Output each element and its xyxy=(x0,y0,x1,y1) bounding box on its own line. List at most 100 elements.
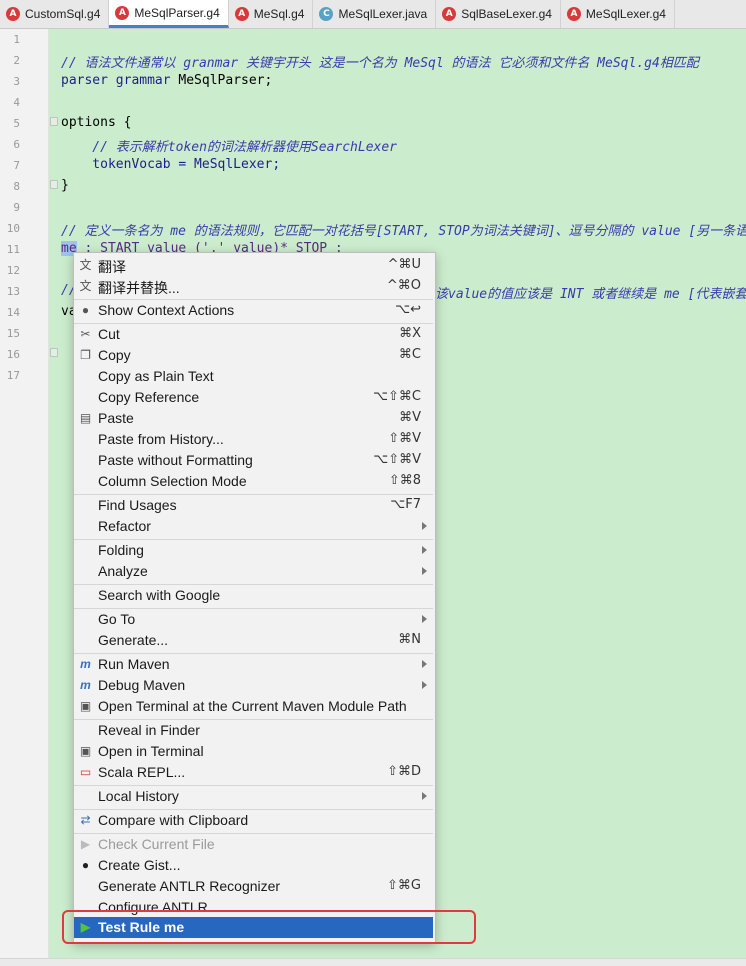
tab-label: MeSqlLexer.g4 xyxy=(585,7,666,21)
line-number-gutter[interactable]: 1 2 3 4 5 6 7 8 9 10 11 12 13 14 15 16 1… xyxy=(0,29,49,965)
editor-tab-bar: A CustomSql.g4 A MeSqlParser.g4 A MeSql.g4 … xyxy=(0,0,746,29)
menu-item-paste-history[interactable]: Paste from History... ⇧⌘V xyxy=(74,429,433,450)
line-number: 4 xyxy=(13,96,20,109)
menu-item-generate[interactable]: Generate... ⌘N xyxy=(74,630,433,651)
menu-item-go-to[interactable]: Go To xyxy=(74,609,433,630)
tab-customsql[interactable]: A CustomSql.g4 xyxy=(0,0,110,28)
line-number: 12 xyxy=(6,264,20,277)
menu-item-paste[interactable]: ▤ Paste ⌘V xyxy=(74,408,433,429)
antlr-icon: A xyxy=(6,7,20,21)
menu-item-copy-reference[interactable]: Copy Reference ⌥⇧⌘C xyxy=(74,387,433,408)
menu-item-compare-clipboard[interactable]: ⇄ Compare with Clipboard xyxy=(74,810,433,831)
translate-icon: 文 xyxy=(79,258,92,272)
submenu-arrow-icon xyxy=(422,567,427,575)
play-icon: ▶ xyxy=(80,837,91,851)
tab-mesql[interactable]: A MeSql.g4 xyxy=(229,0,314,28)
menu-item-scala-repl[interactable]: ▭ Scala REPL... ⇧⌘D xyxy=(74,762,433,783)
antlr-icon: A xyxy=(115,5,130,20)
tab-label: MeSql.g4 xyxy=(253,7,305,21)
fold-marker-icon[interactable] xyxy=(50,117,58,126)
scissors-icon: ✂ xyxy=(80,327,91,341)
menu-item-test-rule[interactable]: ▶ Test Rule me xyxy=(74,917,433,938)
submenu-arrow-icon xyxy=(422,615,427,623)
menu-item-analyze[interactable]: Analyze xyxy=(74,561,433,582)
code-line-13-end: 该value的值应该是 INT 或者继续是 me [代表嵌套] xyxy=(435,287,746,302)
tab-mesqlparser[interactable]: A MeSqlParser.g4 xyxy=(109,0,229,28)
line-number: 10 xyxy=(6,222,20,235)
code-line-5: options { xyxy=(61,115,132,130)
menu-item-run-maven[interactable]: m Run Maven xyxy=(74,654,433,675)
editor-context-menu: 文翻译 ^⌘U 文翻译并替换... ^⌘O ● Show Context Action… xyxy=(73,252,436,943)
line-number: 8 xyxy=(13,180,20,193)
paste-icon: ▤ xyxy=(79,411,92,425)
submenu-arrow-icon xyxy=(422,681,427,689)
menu-item-generate-antlr[interactable]: Generate ANTLR Recognizer ⇧⌘G xyxy=(74,876,433,897)
line-number: 7 xyxy=(13,159,20,172)
fold-marker-icon[interactable] xyxy=(50,180,58,189)
menu-item-copy[interactable]: ❐ Copy ⌘C xyxy=(74,345,433,366)
tab-label: MeSqlParser.g4 xyxy=(134,5,220,20)
tab-sqlbaselexer[interactable]: A SqlBaseLexer.g4 xyxy=(436,0,561,28)
line-number: 17 xyxy=(6,369,20,382)
line-number: 3 xyxy=(13,75,20,88)
grammar-name: MeSqlParser; xyxy=(170,73,273,88)
translate-replace-icon: 文 xyxy=(79,279,92,293)
menu-item-paste-no-format[interactable]: Paste without Formatting ⌥⇧⌘V xyxy=(74,450,433,471)
code-line-10: // 定义一条名为 me 的语法规则，它匹配一对花括号[START, STOP为… xyxy=(61,224,746,239)
keyword: parser grammar xyxy=(61,73,171,88)
run-triangle-icon: ▶ xyxy=(80,920,91,934)
menu-item-debug-maven[interactable]: m Debug Maven xyxy=(74,675,433,696)
maven-run-icon: m xyxy=(80,657,91,671)
menu-item-refactor[interactable]: Refactor xyxy=(74,516,433,537)
menu-item-column-selection[interactable]: Column Selection Mode ⇧⌘8 xyxy=(74,471,433,492)
maven-debug-icon: m xyxy=(80,678,91,692)
line-number: 2 xyxy=(13,54,20,67)
menu-item-search-google[interactable]: Search with Google xyxy=(74,585,433,606)
java-class-icon: C xyxy=(319,7,334,21)
github-icon: ● xyxy=(81,858,90,872)
line-number: 13 xyxy=(6,285,20,298)
fold-marker-icon[interactable] xyxy=(50,348,58,357)
terminal-maven-icon: ▣ xyxy=(79,699,92,713)
code-line-2: // 语法文件通常以 granmar 关键宇开头 这是一个名为 MeSql 的语… xyxy=(61,56,699,71)
menu-item-folding[interactable]: Folding xyxy=(74,540,433,561)
code-line-7: tokenVocab = MeSqlLexer; xyxy=(61,157,281,172)
line-number: 1 xyxy=(13,33,20,46)
menu-item-cut[interactable]: ✂ Cut ⌘X xyxy=(74,324,433,345)
antlr-icon: A xyxy=(442,7,457,21)
menu-item-check-current-file: ▶ Check Current File xyxy=(74,834,433,855)
scala-repl-icon: ▭ xyxy=(79,765,92,779)
lightbulb-icon: ● xyxy=(81,303,90,317)
antlr-icon: A xyxy=(566,7,581,21)
code-line-6: // 表示解析token的词法解析器使用SearchLexer xyxy=(61,140,398,155)
menu-item-local-history[interactable]: Local History xyxy=(74,786,433,807)
tab-label: SqlBaseLexer.g4 xyxy=(461,7,552,21)
menu-item-find-usages[interactable]: Find Usages ⌥F7 xyxy=(74,495,433,516)
submenu-arrow-icon xyxy=(422,546,427,554)
menu-item-translate[interactable]: 文翻译 ^⌘U xyxy=(74,255,433,276)
submenu-arrow-icon xyxy=(422,792,427,800)
submenu-arrow-icon xyxy=(422,522,427,530)
line-number: 9 xyxy=(13,201,20,214)
submenu-arrow-icon xyxy=(422,660,427,668)
tab-mesqllexer[interactable]: A MeSqlLexer.g4 xyxy=(561,0,675,28)
menu-item-translate-replace[interactable]: 文翻译并替换... ^⌘O xyxy=(74,276,433,297)
copy-icon: ❐ xyxy=(80,348,91,362)
menu-item-configure-antlr[interactable]: Configure ANTLR... xyxy=(74,897,433,918)
line-number: 6 xyxy=(13,138,20,151)
menu-item-open-terminal[interactable]: ▣ Open in Terminal xyxy=(74,741,433,762)
line-number: 14 xyxy=(6,306,20,319)
menu-item-show-context-actions[interactable]: ● Show Context Actions ⌥↩ xyxy=(74,300,433,321)
menu-item-create-gist[interactable]: ● Create Gist... xyxy=(74,855,433,876)
compare-icon: ⇄ xyxy=(80,813,91,827)
terminal-icon: ▣ xyxy=(79,744,92,758)
menu-item-copy-plain-text[interactable]: Copy as Plain Text xyxy=(74,366,433,387)
line-number: 15 xyxy=(6,327,20,340)
tab-label: MeSqlLexer.java xyxy=(338,7,428,21)
line-number: 5 xyxy=(13,117,20,130)
antlr-icon: A xyxy=(234,7,249,21)
tab-mesqllexer-java[interactable]: C MeSqlLexer.java xyxy=(313,0,437,28)
code-line-8: } xyxy=(61,178,69,193)
menu-item-open-terminal-maven[interactable]: ▣ Open Terminal at the Current Maven Modu… xyxy=(74,696,433,717)
menu-item-reveal-finder[interactable]: Reveal in Finder xyxy=(74,720,433,741)
